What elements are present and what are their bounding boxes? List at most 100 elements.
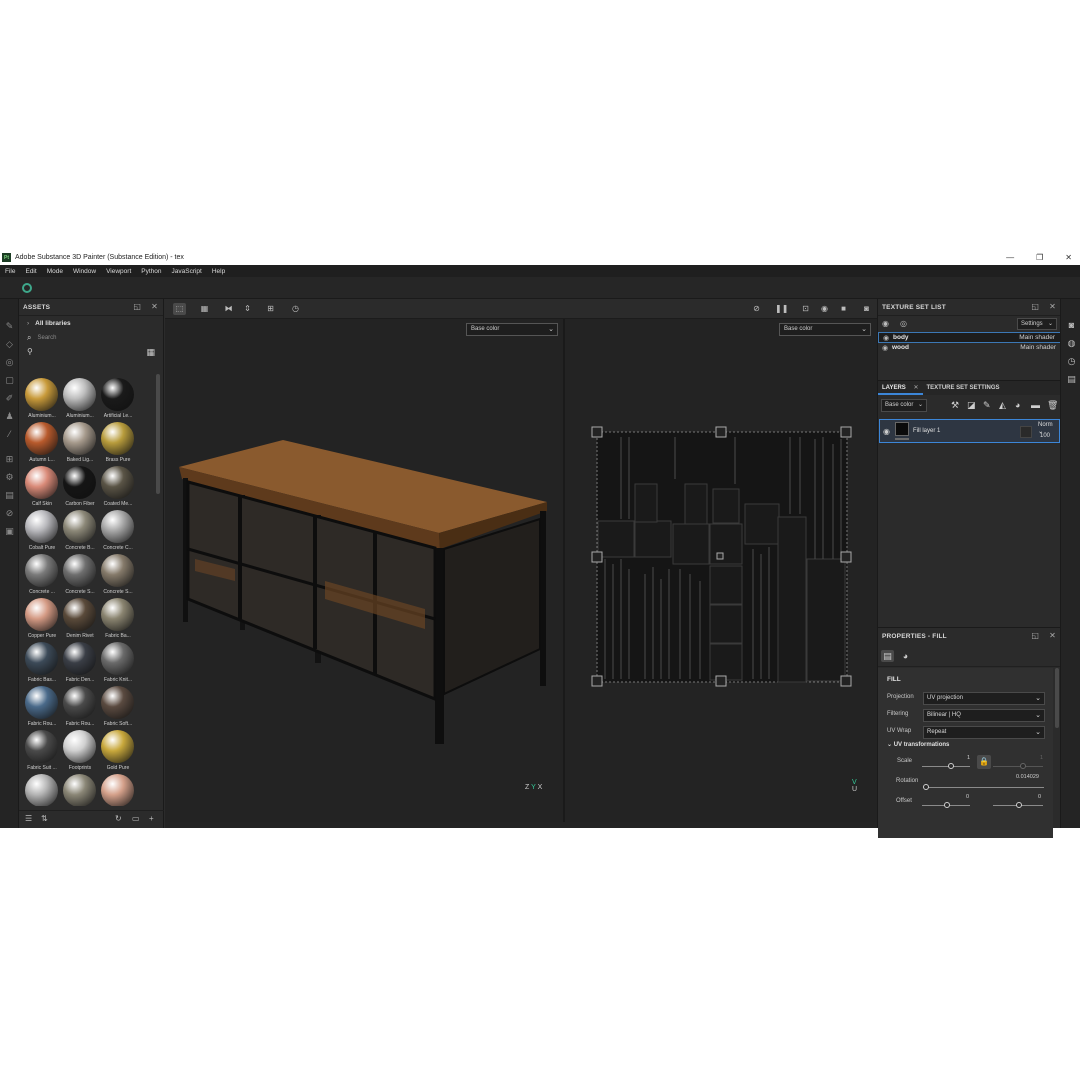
add-mask-icon[interactable]: ◪ bbox=[967, 400, 976, 411]
asset-search[interactable]: ⌕ Search bbox=[19, 330, 163, 346]
uvwrap-dropdown[interactable]: Repeat ⌄ bbox=[923, 726, 1045, 739]
asset-tile[interactable]: Concrete S... bbox=[60, 554, 100, 598]
layer-fill-1[interactable]: ◉ Fill layer 1 Norm ⌄ 100 bbox=[879, 419, 1060, 443]
display-tool-icon[interactable]: ⊘ bbox=[4, 508, 15, 519]
fill-properties-icon[interactable]: ▤ bbox=[881, 650, 894, 662]
layer-mask-slot[interactable] bbox=[1020, 426, 1032, 438]
eye-icon[interactable]: ◎ bbox=[900, 319, 907, 328]
asset-tile[interactable]: Fabric Bas... bbox=[22, 642, 62, 686]
offset-y-value[interactable]: 0 bbox=[1038, 794, 1041, 800]
add-mesh-icon[interactable]: ⊞ bbox=[264, 303, 277, 315]
layout-icon[interactable]: ⊡ bbox=[799, 303, 812, 315]
asset-tile[interactable]: Denim Rivet bbox=[60, 598, 100, 642]
asset-tile[interactable]: Concrete S... bbox=[98, 554, 138, 598]
projection-dropdown[interactable]: UV projection ⌄ bbox=[923, 692, 1045, 705]
menu-edit[interactable]: Edit bbox=[25, 268, 36, 275]
menu-help[interactable]: Help bbox=[212, 268, 225, 275]
log-tool-icon[interactable]: ▣ bbox=[4, 526, 15, 537]
uv-transformations-header[interactable]: ⌄ UV transformations bbox=[887, 741, 949, 748]
asset-tile[interactable] bbox=[60, 774, 100, 806]
lock-icon[interactable]: 🔒 bbox=[977, 755, 991, 769]
scale-value-2[interactable]: 1 bbox=[1040, 755, 1043, 761]
material-icon[interactable]: ◉ bbox=[818, 303, 831, 315]
minimize-button[interactable]: — bbox=[1006, 253, 1014, 262]
environment-icon[interactable]: ◍ bbox=[1066, 338, 1077, 349]
eye-icon[interactable]: ◉ bbox=[883, 427, 890, 436]
rotation-value[interactable]: 0.014029 bbox=[1016, 774, 1039, 780]
assets-tool-icon[interactable]: ⊞ bbox=[4, 454, 15, 465]
menu-window[interactable]: Window bbox=[73, 268, 96, 275]
list-view-icon[interactable]: ☰ bbox=[25, 814, 32, 823]
asset-tile[interactable]: Fabric Suit ... bbox=[22, 730, 62, 774]
history-icon[interactable]: ◷ bbox=[289, 303, 302, 315]
asset-tile[interactable]: Fabric Soft... bbox=[98, 686, 138, 730]
folder-icon[interactable]: ▭ bbox=[132, 814, 140, 823]
eraser-icon[interactable]: ◇ bbox=[4, 339, 15, 350]
eye-icon[interactable]: ◉ bbox=[882, 344, 888, 352]
add-smart-material-icon[interactable]: ◕ bbox=[1015, 400, 1020, 410]
asset-tile[interactable]: Fabric Knit... bbox=[98, 642, 138, 686]
asset-tile[interactable]: Baked Lig... bbox=[60, 422, 100, 466]
smudge-icon[interactable]: ✐ bbox=[4, 393, 15, 404]
asset-tile[interactable]: Copper Pure bbox=[22, 598, 62, 642]
asset-tile[interactable]: Fabric Rou... bbox=[60, 686, 100, 730]
delete-layer-icon[interactable]: 🗑 bbox=[1047, 400, 1058, 411]
scale-slider-knob-2[interactable] bbox=[1020, 763, 1026, 769]
asset-tile[interactable]: Artificial Le... bbox=[98, 378, 138, 422]
sort-icon[interactable]: ⇅ bbox=[41, 814, 48, 823]
tsl-settings-dropdown[interactable]: Settings ⌄ bbox=[1017, 318, 1057, 330]
scale-slider-track-2[interactable] bbox=[993, 766, 1043, 767]
search-input[interactable]: Search bbox=[37, 335, 56, 341]
rotation-slider-knob[interactable] bbox=[923, 784, 929, 790]
offset-x-slider-knob[interactable] bbox=[944, 802, 950, 808]
close-button[interactable]: ✕ bbox=[1065, 253, 1072, 262]
visibility-toggle-icon[interactable]: ◉ bbox=[882, 319, 889, 328]
texture-set-wood[interactable]: ◉ wood Main shader bbox=[878, 343, 1061, 354]
2d-view[interactable]: Base color ⌄ V U bbox=[565, 319, 877, 822]
scale-slider-track[interactable] bbox=[922, 766, 970, 767]
close-icon[interactable]: ✕ bbox=[1049, 302, 1056, 311]
projection-icon[interactable]: ◎ bbox=[4, 357, 15, 368]
filter-icon[interactable]: ⚲ bbox=[27, 347, 33, 356]
scale-slider-knob[interactable] bbox=[948, 763, 954, 769]
sync-icon[interactable] bbox=[22, 283, 32, 293]
grid-view-icon[interactable]: ▦ bbox=[146, 347, 155, 358]
asset-tile[interactable]: Aluminium... bbox=[60, 378, 100, 422]
asset-tile[interactable]: Autumn L... bbox=[22, 422, 62, 466]
asset-tile[interactable]: Fabric Ba... bbox=[98, 598, 138, 642]
history-panel-icon[interactable]: ◷ bbox=[1066, 356, 1077, 367]
tab-layers[interactable]: LAYERS ✕ bbox=[878, 381, 923, 395]
add-icon[interactable]: + bbox=[149, 814, 154, 823]
asset-tile[interactable]: Fabric Den... bbox=[60, 642, 100, 686]
float-icon[interactable]: ◱ bbox=[1031, 631, 1039, 640]
texture-set-body[interactable]: ◉ body Main shader bbox=[878, 332, 1061, 343]
eye-icon[interactable]: ◉ bbox=[883, 334, 889, 342]
asset-tile[interactable]: Gold Pure bbox=[98, 730, 138, 774]
scale-value[interactable]: 1 bbox=[967, 755, 970, 761]
menu-javascript[interactable]: JavaScript bbox=[172, 268, 202, 275]
offset-x-value[interactable]: 0 bbox=[966, 794, 969, 800]
offset-y-slider-knob[interactable] bbox=[1016, 802, 1022, 808]
asset-tile[interactable]: Carbon Fiber bbox=[60, 466, 100, 510]
settings-tool-icon[interactable]: ⚙ bbox=[4, 472, 15, 483]
layer-name[interactable]: Fill layer 1 bbox=[913, 428, 940, 434]
menu-file[interactable]: File bbox=[5, 268, 15, 275]
layer-channel-dropdown[interactable]: Base color ⌄ bbox=[881, 399, 927, 412]
picker-icon[interactable]: ⁄ bbox=[4, 429, 15, 440]
log-panel-icon[interactable]: ▤ bbox=[1066, 374, 1077, 385]
float-icon[interactable]: ◱ bbox=[1031, 302, 1039, 311]
asset-tile[interactable] bbox=[22, 774, 62, 806]
asset-tile[interactable]: Concrete C... bbox=[98, 510, 138, 554]
add-effect-icon[interactable]: ⚒ bbox=[951, 400, 959, 411]
camera-settings-icon[interactable]: ◙ bbox=[1066, 320, 1077, 331]
paint-brush-icon[interactable]: ✎ bbox=[4, 321, 15, 332]
add-fill-layer-icon[interactable]: ◭ bbox=[999, 400, 1006, 411]
all-libraries[interactable]: › All libraries bbox=[19, 316, 163, 330]
asset-tile[interactable]: Fabric Rou... bbox=[22, 686, 62, 730]
3d-view[interactable]: Base color ⌄ Z Y X bbox=[165, 319, 563, 822]
asset-tile[interactable]: Concrete ... bbox=[22, 554, 62, 598]
close-icon[interactable]: ✕ bbox=[1049, 631, 1056, 640]
align-icon[interactable]: ⇕ bbox=[241, 303, 254, 315]
add-folder-icon[interactable]: ▬ bbox=[1031, 400, 1040, 410]
restore-button[interactable]: ❐ bbox=[1036, 253, 1043, 262]
